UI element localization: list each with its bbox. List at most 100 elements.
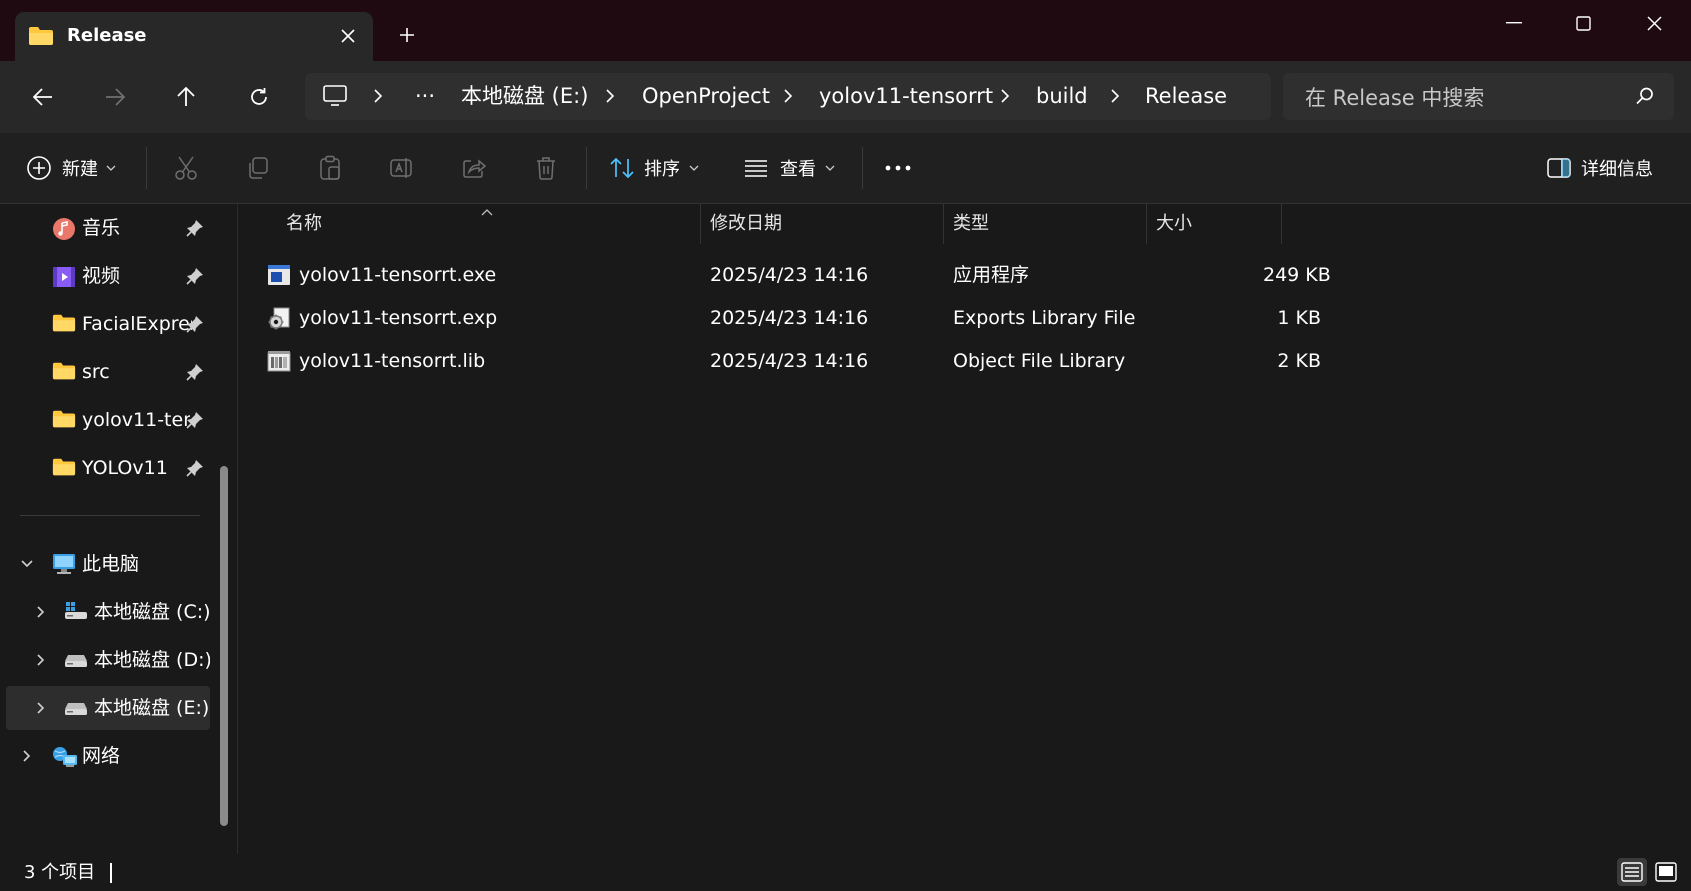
- view-button[interactable]: 查看: [744, 148, 835, 188]
- sidebar-item-drive-c[interactable]: 本地磁盘 (C:): [6, 590, 210, 634]
- column-header-date[interactable]: 修改日期: [710, 204, 782, 244]
- close-window-button[interactable]: [1631, 8, 1677, 38]
- sort-button[interactable]: 排序: [610, 148, 699, 188]
- sidebar-item-drive-d[interactable]: 本地磁盘 (D:): [6, 638, 210, 682]
- column-separator[interactable]: [700, 204, 701, 244]
- sidebar-item-drive-e[interactable]: 本地磁盘 (E:): [6, 686, 210, 730]
- sidebar-item-this-pc[interactable]: 此电脑: [6, 542, 210, 586]
- chevron-right-icon: [783, 87, 793, 109]
- more-options-icon[interactable]: [880, 150, 916, 186]
- column-separator[interactable]: [943, 204, 944, 244]
- pin-icon[interactable]: [186, 315, 204, 337]
- sort-icon: [610, 157, 634, 179]
- sidebar-item-label: 本地磁盘 (D:): [94, 649, 210, 671]
- pin-icon[interactable]: [186, 411, 204, 433]
- chevron-right-icon[interactable]: [34, 652, 48, 671]
- chevron-right-icon: [1000, 87, 1010, 109]
- view-icon: [745, 160, 767, 177]
- search-icon[interactable]: [1635, 86, 1655, 110]
- sidebar-item-yolov11[interactable]: YOLOv11: [6, 446, 210, 490]
- folder-icon: [52, 361, 76, 385]
- close-tab-icon[interactable]: [333, 21, 363, 51]
- file-size: 249 KB: [1263, 264, 1331, 286]
- chevron-right-icon: [605, 87, 615, 109]
- pin-icon[interactable]: [186, 267, 204, 289]
- sidebar-item-network[interactable]: 网络: [6, 734, 210, 778]
- search-box[interactable]: [1283, 73, 1674, 122]
- chevron-down-icon: [825, 165, 835, 171]
- navigation-bar: ··· 本地磁盘 (E:) OpenProject yolov11-tensor…: [0, 61, 1691, 133]
- chevron-down-icon[interactable]: [20, 556, 34, 575]
- new-button[interactable]: 新建: [26, 148, 116, 188]
- breadcrumb-drive-e[interactable]: 本地磁盘 (E:): [461, 73, 588, 120]
- sidebar-item-label: 本地磁盘 (E:): [94, 697, 210, 719]
- drive-icon: [64, 649, 88, 673]
- cut-icon[interactable]: [168, 150, 204, 186]
- sidebar-item-label: 网络: [82, 745, 121, 767]
- windows-drive-icon: [64, 601, 88, 625]
- rename-icon[interactable]: [384, 150, 420, 186]
- music-icon: [52, 217, 76, 245]
- breadcrumb-yolov11-tensorrt[interactable]: yolov11-tensorrt: [819, 73, 993, 120]
- sidebar-divider: [20, 515, 200, 516]
- sidebar-scroll-thumb[interactable]: [220, 466, 228, 826]
- breadcrumb-overflow[interactable]: ···: [415, 73, 435, 120]
- sidebar-item-label: yolov11-ten: [82, 409, 190, 431]
- share-icon[interactable]: [456, 150, 492, 186]
- tab-release[interactable]: Release: [15, 12, 373, 61]
- details-pane-button[interactable]: 详细信息: [1547, 148, 1653, 188]
- status-bar: 3 个项目: [0, 854, 1691, 891]
- details-view-icon[interactable]: [1617, 858, 1647, 886]
- pin-icon[interactable]: [186, 219, 204, 241]
- sidebar-item-music[interactable]: 音乐: [6, 206, 210, 250]
- refresh-button[interactable]: [239, 77, 279, 117]
- search-input[interactable]: [1303, 73, 1637, 122]
- this-pc-icon[interactable]: [323, 85, 347, 111]
- pin-icon[interactable]: [186, 363, 204, 385]
- column-separator[interactable]: [1281, 204, 1282, 244]
- item-count: 3 个项目: [24, 862, 96, 883]
- breadcrumb-build[interactable]: build: [1036, 73, 1088, 120]
- file-type: Exports Library File: [953, 307, 1136, 329]
- exp-icon: [267, 307, 291, 335]
- new-tab-button[interactable]: [392, 20, 422, 50]
- breadcrumb-release[interactable]: Release: [1145, 73, 1227, 120]
- folder-icon: [52, 409, 76, 433]
- chevron-right-icon[interactable]: [34, 700, 48, 719]
- table-row[interactable]: yolov11-tensorrt.lib 2025/4/23 14:16 Obj…: [263, 340, 1520, 383]
- back-button[interactable]: [23, 77, 63, 117]
- forward-button[interactable]: [95, 77, 135, 117]
- table-row[interactable]: yolov11-tensorrt.exe 2025/4/23 14:16 应用程…: [263, 254, 1520, 297]
- column-header-name[interactable]: 名称: [286, 204, 322, 244]
- chevron-right-icon: [373, 87, 383, 109]
- minimize-button[interactable]: [1491, 8, 1537, 38]
- file-date: 2025/4/23 14:16: [710, 307, 869, 329]
- command-bar: 新建 排序 查看 详细信息: [0, 133, 1691, 204]
- file-name: yolov11-tensorrt.lib: [299, 350, 486, 372]
- chevron-down-icon: [689, 165, 699, 171]
- column-header-size[interactable]: 大小: [1156, 204, 1192, 244]
- column-separator[interactable]: [1146, 204, 1147, 244]
- copy-icon[interactable]: [240, 150, 276, 186]
- sidebar-scrollbar[interactable]: [220, 466, 228, 828]
- delete-icon[interactable]: [528, 150, 564, 186]
- chevron-right-icon[interactable]: [34, 604, 48, 623]
- paste-icon[interactable]: [312, 150, 348, 186]
- maximize-button[interactable]: [1560, 8, 1606, 38]
- chevron-right-icon[interactable]: [20, 748, 34, 767]
- up-button[interactable]: [166, 77, 206, 117]
- breadcrumb-openproject[interactable]: OpenProject: [642, 73, 770, 120]
- table-row[interactable]: yolov11-tensorrt.exp 2025/4/23 14:16 Exp…: [263, 297, 1520, 340]
- sidebar-item-facialexpres[interactable]: FacialExpres: [6, 302, 210, 346]
- column-header-type[interactable]: 类型: [953, 204, 989, 244]
- sidebar-item-yolov11-ten[interactable]: yolov11-ten: [6, 398, 210, 442]
- sidebar-item-src[interactable]: src: [6, 350, 210, 394]
- sort-ascending-icon: [481, 201, 493, 220]
- details-label: 详细信息: [1581, 159, 1653, 180]
- sidebar-item-videos[interactable]: 视频: [6, 254, 210, 298]
- large-icons-view-icon[interactable]: [1651, 858, 1681, 886]
- address-bar[interactable]: ··· 本地磁盘 (E:) OpenProject yolov11-tensor…: [305, 73, 1271, 120]
- drive-icon: [64, 697, 88, 721]
- file-type: Object File Library: [953, 350, 1126, 372]
- pin-icon[interactable]: [186, 459, 204, 481]
